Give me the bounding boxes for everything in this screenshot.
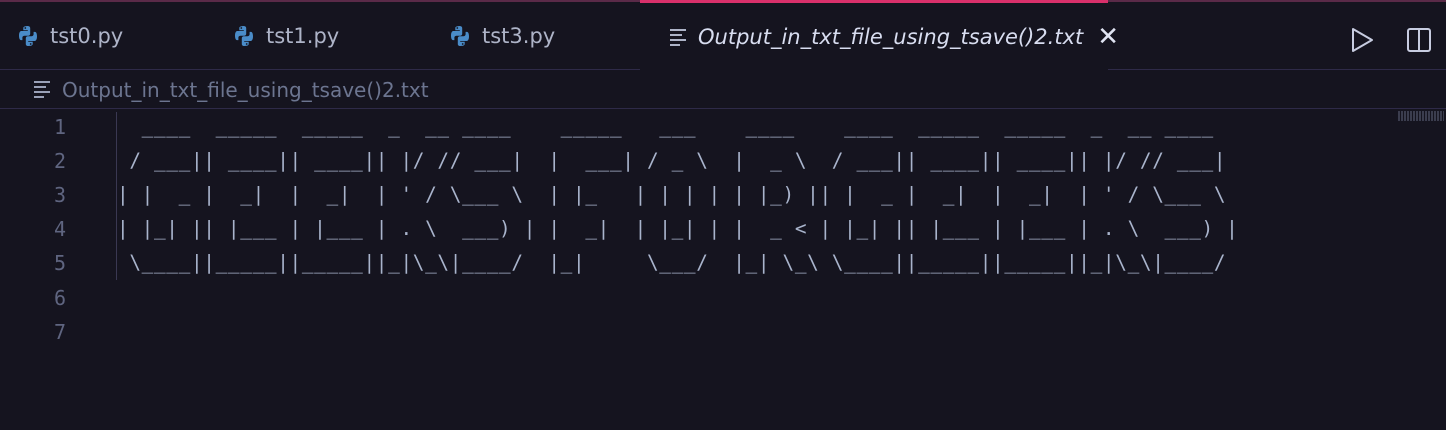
split-editor-icon[interactable] — [1405, 26, 1433, 54]
python-icon — [235, 26, 253, 46]
code-line: ____ _____ _____ _ __ ____ _____ ___ ___… — [117, 115, 1214, 138]
code-line: \____||_____||_____||_|\_\|____/ |_| \__… — [117, 251, 1227, 274]
line-number: 4 — [53, 217, 66, 241]
line-number: 3 — [53, 183, 66, 207]
tab-tst0[interactable]: tst0.py — [18, 2, 123, 70]
python-icon — [451, 26, 469, 46]
line-number: 2 — [53, 149, 66, 173]
code-line: / ___|| ____|| ____|| |/ // ___| | ___| … — [117, 149, 1227, 172]
line-number: 5 — [53, 251, 66, 275]
run-icon[interactable] — [1348, 26, 1376, 54]
tab-label: tst3.py — [482, 24, 556, 48]
line-number: 1 — [53, 115, 66, 139]
line-number: 6 — [53, 286, 66, 310]
tab-tst3[interactable]: tst3.py — [450, 2, 555, 70]
tab-label: Output_in_txt_file_using_tsave()2.txt — [698, 25, 1084, 49]
close-icon[interactable]: ✕ — [1097, 24, 1119, 50]
editor-window: tst0.py tst1.py tst3.py Output_in_txt_fi… — [0, 0, 1446, 430]
tab-tst1[interactable]: tst1.py — [234, 2, 339, 70]
tab-bar: tst0.py tst1.py tst3.py Output_in_txt_fi… — [0, 0, 1446, 71]
code-editor[interactable]: 1 2 3 4 5 6 7 ____ _____ _____ _ __ ____… — [0, 110, 1446, 430]
tab-label: tst0.py — [50, 24, 124, 48]
tab-label: tst1.py — [266, 24, 340, 48]
breadcrumb-item[interactable]: Output_in_txt_file_using_tsave()2.txt — [62, 78, 429, 102]
code-line: | | _ | _| | _| | ' / \___ \ | |_ | | | … — [117, 183, 1227, 206]
minimap[interactable] — [1398, 111, 1444, 121]
tab-output-txt[interactable]: Output_in_txt_file_using_tsave()2.txt ✕ — [640, 0, 1119, 71]
python-icon — [19, 26, 37, 46]
code-line: | |_| || |___ | |___ | . \ ___) | | _| |… — [117, 217, 1239, 240]
line-number: 7 — [53, 320, 66, 344]
text-file-icon — [670, 28, 686, 46]
breadcrumb: Output_in_txt_file_using_tsave()2.txt — [0, 71, 1446, 109]
text-file-icon — [34, 81, 50, 99]
